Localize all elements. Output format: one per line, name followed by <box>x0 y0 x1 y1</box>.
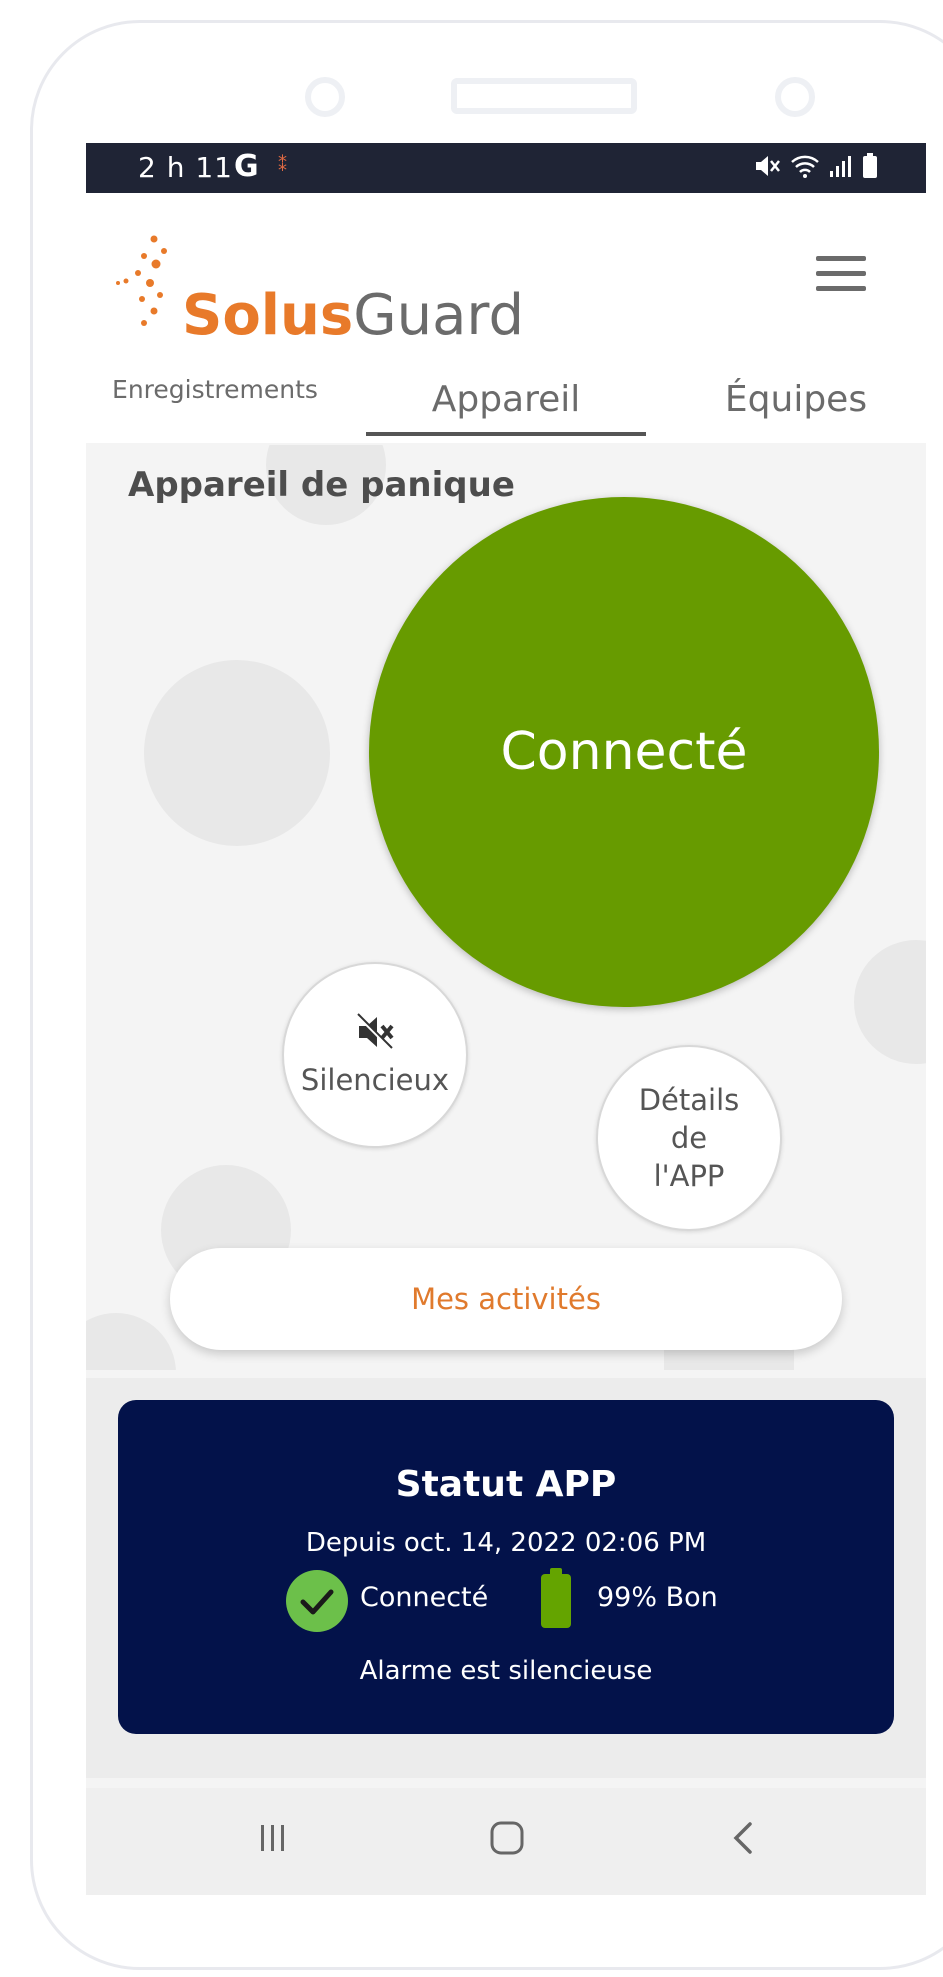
notification-dots-icon: ⁑ <box>278 155 287 176</box>
wifi-icon <box>791 155 819 178</box>
battery-icon <box>863 153 877 178</box>
recent-apps-icon[interactable] <box>238 1808 308 1868</box>
mute-icon <box>756 156 780 176</box>
status-section: Statut APP Depuis oct. 14, 2022 02:06 PM… <box>86 1378 926 1778</box>
status-icons <box>754 153 878 179</box>
section-title: Appareil de panique <box>128 465 515 505</box>
active-tab-indicator <box>366 432 646 436</box>
signal-icon <box>830 156 851 177</box>
battery-status-text: 99% Bon <box>597 1582 718 1613</box>
status-indicators: Connecté 99% Bon <box>118 1568 894 1632</box>
device-panel: Appareil de panique Connecté Silencieux … <box>86 445 926 1370</box>
phone-sensor-left <box>305 77 345 117</box>
hamburger-menu-icon[interactable] <box>816 256 866 291</box>
tab-bar: Enregistrements Appareil Équipes <box>86 363 926 443</box>
app-screen: 2 h 11 G ⁑ SolusGuard Enregistrements Ap… <box>86 143 926 1895</box>
status-bar: 2 h 11 G ⁑ <box>86 143 926 193</box>
phone-sensor-right <box>775 77 815 117</box>
my-activities-button[interactable]: Mes activités <box>170 1248 842 1350</box>
logo-wordmark: SolusGuard <box>182 283 524 348</box>
menu-line <box>816 256 866 261</box>
silent-button[interactable]: Silencieux <box>282 962 468 1148</box>
logo-solus: Solus <box>182 283 354 348</box>
speaker-mute-icon <box>355 1013 394 1051</box>
status-time: 2 h 11 <box>138 151 233 184</box>
google-icon: G <box>234 149 259 184</box>
system-nav-bar <box>86 1788 926 1895</box>
app-status-card: Statut APP Depuis oct. 14, 2022 02:06 PM… <box>118 1400 894 1734</box>
connection-status-text: Connecté <box>360 1582 489 1613</box>
battery-level-icon <box>541 1574 571 1628</box>
alarm-status-text: Alarme est silencieuse <box>359 1656 653 1686</box>
connection-status-label: Connecté <box>500 722 748 782</box>
home-icon[interactable] <box>472 1808 542 1868</box>
status-card-title: Statut APP <box>395 1464 617 1505</box>
connection-status-button[interactable]: Connecté <box>369 497 879 1007</box>
decorative-bubble <box>86 1313 176 1370</box>
details-label-line: Détails <box>638 1083 740 1117</box>
app-details-button[interactable]: Détails de l'APP <box>596 1045 782 1231</box>
status-since: Depuis oct. 14, 2022 02:06 PM <box>305 1528 707 1558</box>
solusguard-logo[interactable]: SolusGuard <box>114 231 534 351</box>
back-icon[interactable] <box>708 1808 778 1868</box>
logo-dots-icon <box>116 235 167 326</box>
check-circle-icon <box>286 1570 348 1632</box>
details-label-line: l'APP <box>653 1159 725 1193</box>
silent-label: Silencieux <box>300 1063 450 1097</box>
logo-guard: Guard <box>353 283 524 348</box>
menu-line <box>816 286 866 291</box>
tab-enregistrements[interactable]: Enregistrements <box>100 375 330 455</box>
phone-speaker <box>451 78 637 114</box>
menu-line <box>816 271 866 276</box>
details-label-line: de <box>670 1121 708 1155</box>
decorative-bubble <box>144 660 330 846</box>
decorative-bubble <box>854 940 926 1064</box>
